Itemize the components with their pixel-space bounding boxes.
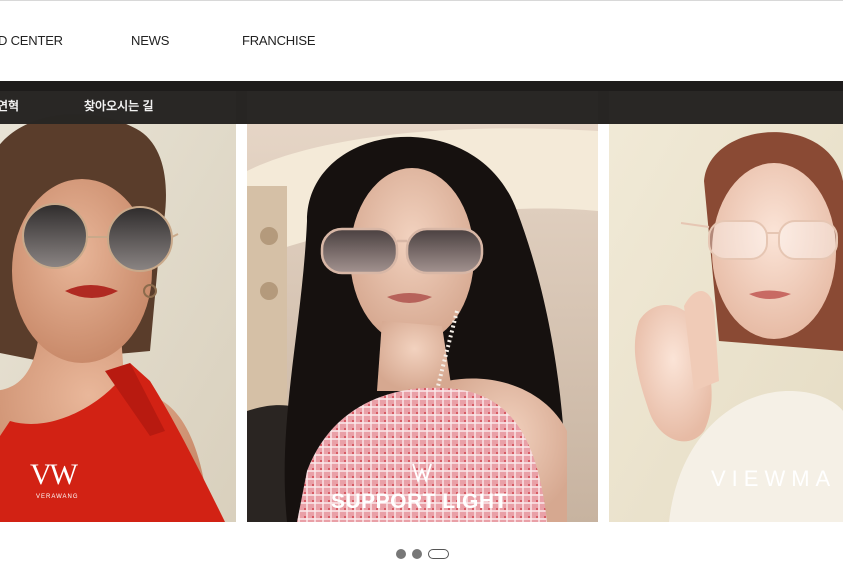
sub-nav-bar: 연혁 찾아오시는 길 — [0, 91, 843, 124]
main-nav: D CENTER NEWS FRANCHISE — [0, 1, 843, 81]
slide-viewmax[interactable]: VIEWMA — [609, 91, 843, 522]
carousel-dot-3-active[interactable] — [428, 549, 449, 559]
carousel-pagination — [396, 548, 449, 560]
carousel-dot-2[interactable] — [412, 549, 422, 559]
verawang-logo: VW — [30, 458, 78, 491]
nav-item-center[interactable]: D CENTER — [0, 33, 63, 48]
subnav-item-history[interactable]: 연혁 — [0, 97, 19, 114]
support-light-mark-icon — [412, 462, 432, 483]
nav-item-franchise[interactable]: FRANCHISE — [242, 33, 316, 48]
slide-support-light[interactable]: SUPPORT LIGHT — [247, 91, 598, 522]
slide-viewmax-photo — [609, 91, 843, 522]
slide-support-light-photo — [247, 91, 598, 522]
verawang-logo-sub: VERAWANG — [36, 494, 79, 500]
nav-item-news[interactable]: NEWS — [131, 33, 169, 48]
viewmax-logo: VIEWMA — [711, 466, 837, 491]
carousel-dot-1[interactable] — [396, 549, 406, 559]
support-light-logo: SUPPORT LIGHT — [331, 490, 508, 513]
subnav-item-directions[interactable]: 찾아오시는 길 — [84, 97, 154, 114]
slide-verawang[interactable]: VW VERAWANG — [0, 91, 236, 522]
